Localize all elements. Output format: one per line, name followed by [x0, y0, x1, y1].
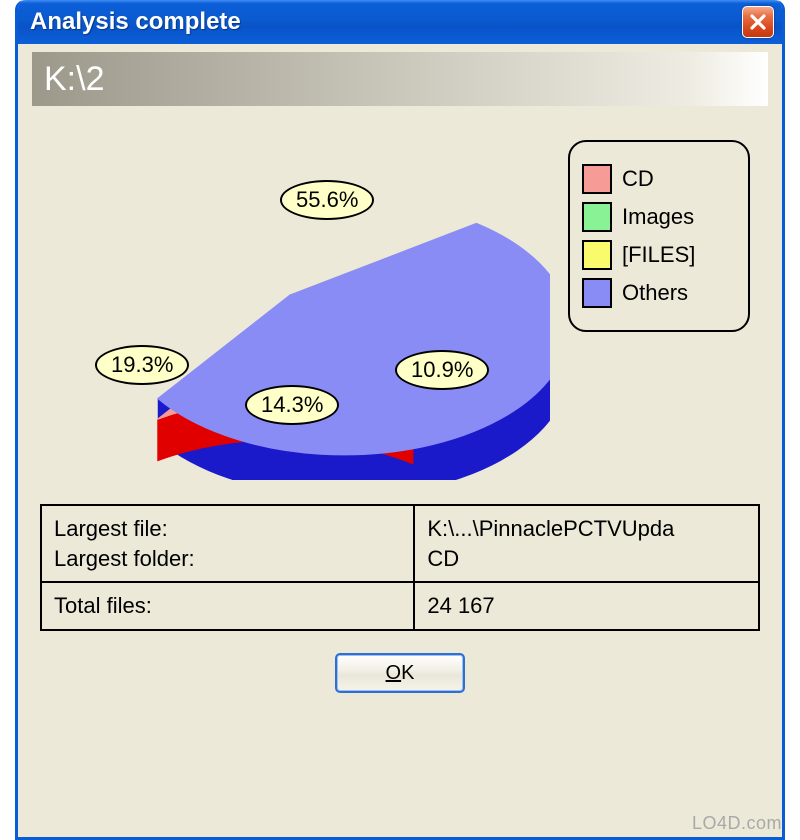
legend-swatch-others — [582, 278, 612, 308]
ok-button[interactable]: OK — [335, 653, 465, 693]
info-total-value: 24 167 — [414, 582, 759, 630]
legend-item: Others — [582, 278, 736, 308]
info-values-cell: K:\...\PinnaclePCTVUpda CD — [414, 505, 759, 582]
legend-swatch-files — [582, 240, 612, 270]
content-area: 19.3% 14.3% 10.9% 55.6% CD Images [FILES] O… — [18, 110, 782, 715]
pie-percent-label: 55.6% — [280, 180, 374, 220]
path-header: K:\2 — [32, 52, 768, 106]
legend-swatch-cd — [582, 164, 612, 194]
info-labels-cell: Largest file: Largest folder: — [41, 505, 414, 582]
watermark: LO4D.com — [692, 813, 782, 834]
legend-swatch-images — [582, 202, 612, 232]
legend-item: [FILES] — [582, 240, 736, 270]
legend-label: Images — [622, 204, 694, 230]
window-title: Analysis complete — [30, 8, 742, 36]
path-text: K:\2 — [44, 60, 104, 99]
pie-percent-label: 10.9% — [395, 350, 489, 390]
legend-label: CD — [622, 166, 654, 192]
table-row: Total files: 24 167 — [41, 582, 759, 630]
legend-item: Images — [582, 202, 736, 232]
close-button[interactable] — [742, 6, 774, 38]
legend: CD Images [FILES] Others — [568, 140, 750, 332]
pie-chart: 19.3% 14.3% 10.9% 55.6% — [40, 120, 550, 480]
info-table: Largest file: Largest folder: K:\...\Pin… — [40, 504, 760, 631]
pie-percent-label: 19.3% — [95, 345, 189, 385]
legend-item: CD — [582, 164, 736, 194]
ok-underline: O — [386, 662, 402, 684]
legend-label: [FILES] — [622, 242, 695, 268]
dialog-window: Analysis complete K:\2 19.3% 14.3% 10.9% 55… — [15, 0, 785, 840]
legend-label: Others — [622, 280, 688, 306]
close-icon — [749, 13, 767, 31]
table-row: Largest file: Largest folder: K:\...\Pin… — [41, 505, 759, 582]
titlebar[interactable]: Analysis complete — [18, 0, 782, 44]
info-total-label: Total files: — [41, 582, 414, 630]
pie-percent-label: 14.3% — [245, 385, 339, 425]
ok-rest: K — [401, 662, 414, 684]
